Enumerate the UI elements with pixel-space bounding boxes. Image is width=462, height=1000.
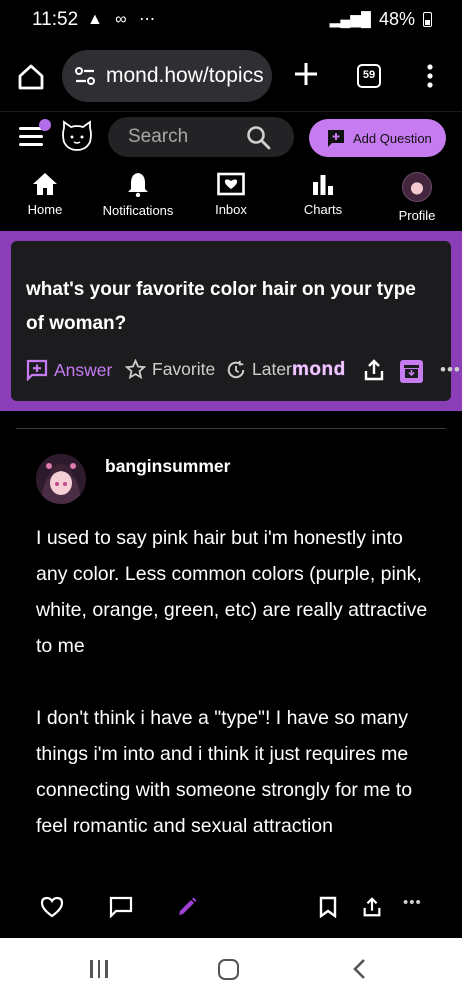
answer-paragraph: I don't think i have a "type"! I have so… xyxy=(36,707,413,837)
answer-label: Answer xyxy=(54,359,113,380)
status-right: ▂▄▆█ 48% xyxy=(330,9,432,30)
heart-icon[interactable] xyxy=(40,896,64,918)
nav-label: Profile xyxy=(398,208,436,223)
nav-item-profile[interactable]: Profile xyxy=(394,172,440,223)
search-placeholder: Search xyxy=(128,126,189,147)
nav-item-home[interactable]: Home xyxy=(24,172,66,217)
mond-brand-logo: mond xyxy=(292,359,346,380)
home-button-icon[interactable] xyxy=(218,959,239,980)
question-frame: what's your favorite color hair on your … xyxy=(0,231,462,411)
notification-dot xyxy=(39,119,51,131)
nav-label: Charts xyxy=(303,202,343,217)
chart-icon xyxy=(313,175,333,195)
edit-pencil-icon[interactable] xyxy=(176,896,198,918)
avatar xyxy=(402,172,432,202)
nav-label: Notifications xyxy=(102,203,174,218)
share-icon[interactable] xyxy=(361,896,383,918)
browser-toolbar: mond.how/topics 59 xyxy=(0,42,462,112)
add-question-button[interactable]: Add Question xyxy=(309,119,446,157)
system-navigation-bar xyxy=(0,938,462,1000)
inbox-icon xyxy=(217,172,245,196)
menu-icon[interactable] xyxy=(19,119,51,147)
status-bar: 11:52 ▲ ∞ ⋯ ▂▄▆█ 48% xyxy=(0,0,462,42)
more-options-icon[interactable]: ••• xyxy=(403,894,422,911)
favorite-label: Favorite xyxy=(152,359,216,379)
new-tab-icon[interactable] xyxy=(292,60,320,88)
nav-item-notifications[interactable]: Notifications xyxy=(98,172,178,218)
answer-username[interactable]: banginsummer xyxy=(105,456,230,477)
status-notification-icons: ▲ ∞ ⋯ xyxy=(87,11,160,28)
bell-icon xyxy=(128,173,148,197)
answer-body: I used to say pink hair but i'm honestly… xyxy=(36,520,436,844)
search-icon[interactable] xyxy=(246,125,272,151)
home-icon xyxy=(33,173,57,195)
question-actions: Answer Favorite Later mond ••• xyxy=(26,356,460,386)
add-question-icon xyxy=(328,130,344,147)
later-label: Later xyxy=(252,359,292,379)
bookmark-icon[interactable] xyxy=(318,896,338,918)
nav-item-inbox[interactable]: Inbox xyxy=(210,172,252,217)
mond-logo-icon[interactable] xyxy=(60,118,94,154)
answer-avatar[interactable] xyxy=(36,454,86,504)
more-options-icon[interactable]: ••• xyxy=(440,360,461,380)
answer-button[interactable]: Answer xyxy=(26,359,112,381)
signal-icon: ▂▄▆█ xyxy=(329,11,371,27)
answer-icon xyxy=(26,359,48,381)
question-card: what's your favorite color hair on your … xyxy=(11,241,460,401)
nav-item-charts[interactable]: Charts xyxy=(300,172,346,217)
favorite-button[interactable]: Favorite xyxy=(125,359,215,380)
question-title[interactable]: what's your favorite color hair on your … xyxy=(26,273,436,341)
url-bar[interactable]: mond.how/topics xyxy=(62,50,272,102)
archive-icon[interactable] xyxy=(400,360,423,383)
battery-icon xyxy=(423,12,432,27)
later-button[interactable]: Later xyxy=(226,359,292,380)
divider xyxy=(16,428,446,429)
main-nav: Home Notifications Inbox Charts Profile xyxy=(0,164,462,230)
app-header: Search Add Question xyxy=(0,112,462,164)
nav-label: Home xyxy=(27,202,63,217)
site-settings-icon[interactable] xyxy=(74,66,96,86)
status-time: 11:52 xyxy=(32,9,79,30)
tab-switcher-button[interactable]: 59 xyxy=(357,64,381,88)
clock-icon xyxy=(227,360,245,378)
comment-icon[interactable] xyxy=(109,896,133,918)
more-menu-icon[interactable] xyxy=(422,63,438,89)
share-icon[interactable] xyxy=(363,358,385,382)
recent-apps-icon[interactable] xyxy=(90,960,110,978)
star-icon xyxy=(125,359,146,380)
browser-home-icon[interactable] xyxy=(16,62,46,92)
answer-paragraph: I used to say pink hair but i'm honestly… xyxy=(36,527,428,657)
back-icon[interactable] xyxy=(352,958,366,980)
url-text: mond.how/topics xyxy=(106,64,264,87)
battery-level: 48% xyxy=(378,9,415,29)
add-question-label: Add Question xyxy=(353,130,432,146)
nav-label: Inbox xyxy=(215,202,247,217)
answer-actions: ••• xyxy=(0,890,462,926)
search-input[interactable]: Search xyxy=(108,117,294,157)
